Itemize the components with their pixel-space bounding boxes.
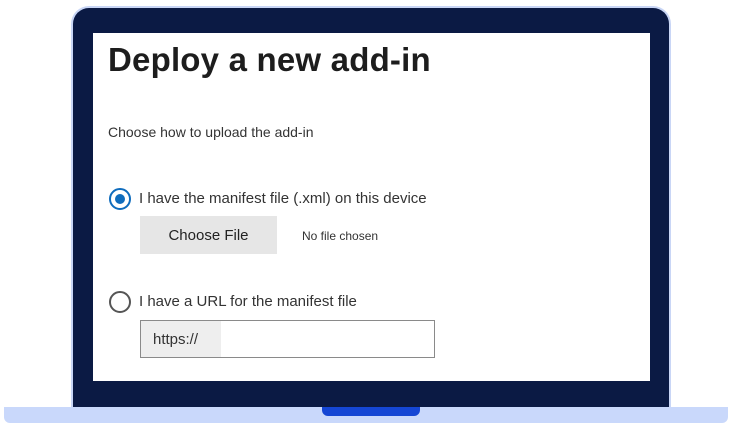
laptop-screen: Deploy a new add-in Choose how to upload… <box>93 33 650 381</box>
choose-file-button[interactable]: Choose File <box>140 216 277 254</box>
page-title: Deploy a new add-in <box>108 41 431 78</box>
url-prefix: https:// <box>141 321 221 357</box>
page-subtitle: Choose how to upload the add-in <box>108 124 314 140</box>
file-status-text: No file chosen <box>302 229 379 243</box>
manifest-file-radio-label[interactable]: I have the manifest file (.xml) on this … <box>139 190 427 207</box>
manifest-file-radio[interactable] <box>109 188 131 210</box>
manifest-url-radio[interactable] <box>109 291 131 313</box>
laptop-notch <box>322 407 420 416</box>
manifest-url-radio-label[interactable]: I have a URL for the manifest file <box>139 293 357 310</box>
manifest-url-input[interactable] <box>221 321 434 357</box>
manifest-url-field[interactable]: https:// <box>140 320 435 358</box>
